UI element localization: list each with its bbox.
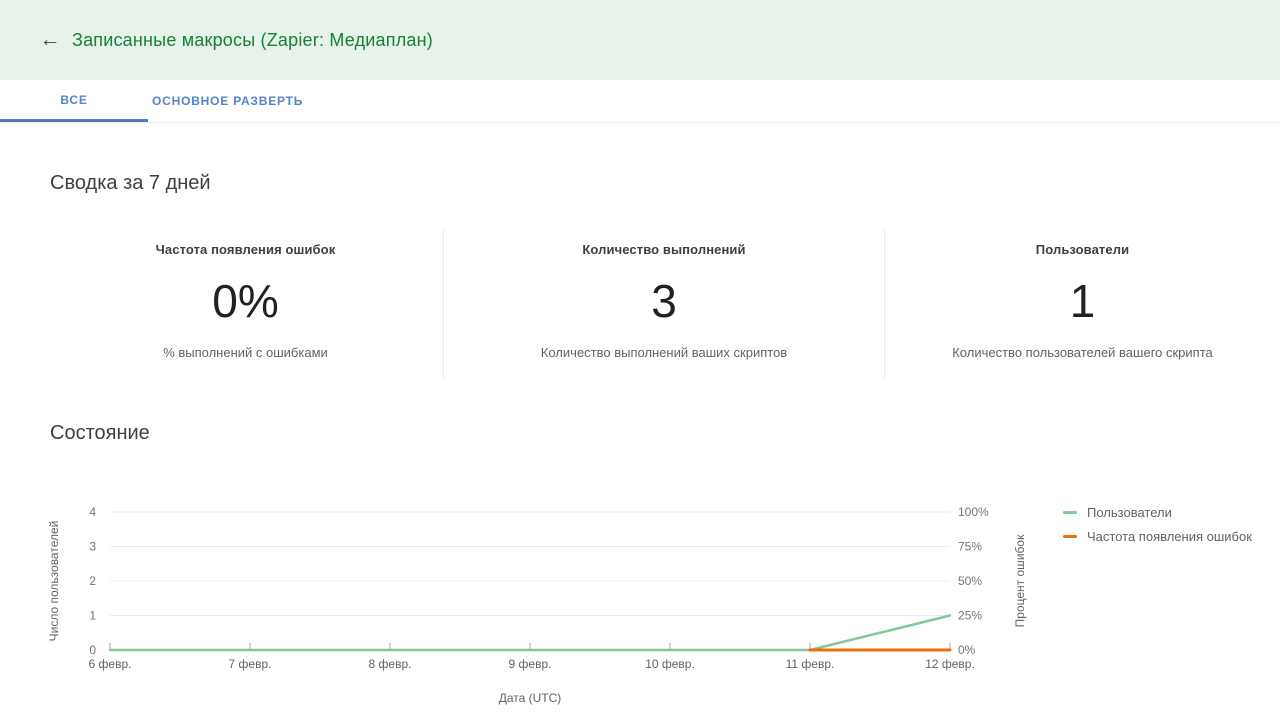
svg-text:4: 4: [89, 505, 96, 519]
legend-label: Частота появления ошибок: [1087, 529, 1252, 544]
stat-value: 0%: [212, 274, 279, 327]
legend-item-users: Пользователи: [1063, 505, 1252, 520]
status-section-title: Состояние: [50, 422, 150, 444]
stat-card-error-rate: Частота появления ошибок 0% % выполнений…: [48, 228, 443, 378]
svg-text:1: 1: [89, 609, 96, 623]
svg-text:6 февр.: 6 февр.: [89, 657, 132, 671]
stat-label: Пользователи: [1035, 242, 1130, 257]
legend-label: Пользователи: [1087, 505, 1172, 520]
app-header: ← Записанные макросы (Zapier: Медиаплан): [0, 0, 1280, 80]
stat-description: Количество пользователей вашего скрипта: [952, 345, 1213, 360]
svg-text:100%: 100%: [958, 505, 989, 519]
stat-card-executions: Количество выполнений 3 Количество выпол…: [443, 228, 885, 378]
stat-description: % выполнений с ошибками: [163, 345, 328, 360]
svg-text:Дата (UTC): Дата (UTC): [499, 691, 562, 705]
svg-text:0: 0: [89, 643, 96, 657]
apps-script-dashboard: ← Записанные макросы (Zapier: Медиаплан)…: [0, 0, 1280, 714]
stat-value: 1: [1069, 274, 1096, 327]
stat-label: Частота появления ошибок: [155, 242, 336, 257]
svg-text:75%: 75%: [958, 540, 982, 554]
stat-card-users: Пользователи 1 Количество пользователей …: [885, 228, 1280, 378]
tab-main-deployment[interactable]: ОСНОВНОЕ РАЗВЕРТЬ: [148, 80, 307, 122]
svg-text:10 февр.: 10 февр.: [645, 657, 695, 671]
svg-text:25%: 25%: [958, 609, 982, 623]
svg-text:0%: 0%: [958, 643, 976, 657]
svg-text:7 февр.: 7 февр.: [229, 657, 272, 671]
svg-text:50%: 50%: [958, 574, 982, 588]
chart-legend: Пользователи Частота появления ошибок: [1063, 505, 1252, 544]
tab-all[interactable]: ВСЕ: [0, 80, 148, 122]
summary-stats-row: Частота появления ошибок 0% % выполнений…: [48, 228, 1280, 378]
svg-text:Процент ошибок: Процент ошибок: [1013, 534, 1027, 627]
svg-text:Число пользователей: Число пользователей: [47, 521, 61, 642]
svg-text:3: 3: [89, 540, 96, 554]
stat-value: 3: [651, 274, 677, 327]
legend-item-error-rate: Частота появления ошибок: [1063, 529, 1252, 544]
users-series-swatch: [1063, 511, 1077, 514]
svg-text:11 февр.: 11 февр.: [786, 657, 835, 671]
back-button[interactable]: ←: [36, 26, 64, 54]
page-title: Записанные макросы (Zapier: Медиаплан): [72, 29, 433, 50]
svg-text:8 февр.: 8 февр.: [369, 657, 412, 671]
stat-label: Количество выполнений: [582, 242, 746, 257]
stat-description: Количество выполнений ваших скриптов: [540, 345, 788, 360]
tab-bar: ВСЕ ОСНОВНОЕ РАЗВЕРТЬ: [0, 80, 1280, 123]
svg-text:9 февр.: 9 февр.: [509, 657, 552, 671]
error-rate-series-swatch: [1063, 535, 1077, 538]
svg-text:12 февр.: 12 февр.: [925, 657, 975, 671]
summary-section-title: Сводка за 7 дней: [50, 172, 211, 194]
svg-text:2: 2: [89, 574, 96, 588]
